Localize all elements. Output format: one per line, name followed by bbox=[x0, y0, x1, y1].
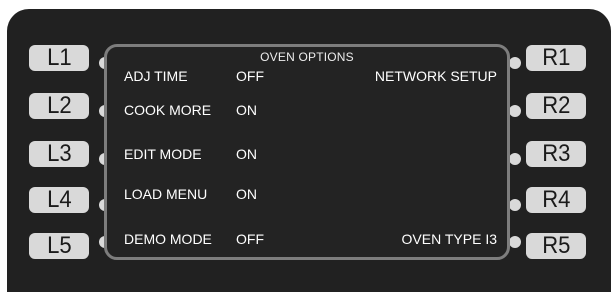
cook-more-label: COOK MORE bbox=[124, 102, 212, 118]
adj-time-value: OFF bbox=[236, 68, 264, 84]
r2-button-connector bbox=[509, 105, 521, 117]
r4-button[interactable]: R4 bbox=[526, 187, 586, 213]
demo-mode-value: OFF bbox=[236, 231, 264, 247]
edit-mode-label: EDIT MODE bbox=[124, 146, 202, 162]
r1-button[interactable]: R1 bbox=[526, 45, 586, 71]
r5-button-connector bbox=[509, 236, 521, 248]
r3-button[interactable]: R3 bbox=[526, 141, 586, 167]
r4-button-connector bbox=[509, 199, 521, 211]
screen-title: OVEN OPTIONS bbox=[260, 50, 354, 64]
r1-button-connector bbox=[509, 57, 521, 69]
load-menu-value: ON bbox=[236, 186, 257, 202]
oven-type-label: OVEN TYPE I3 bbox=[401, 231, 497, 247]
l1-button[interactable]: L1 bbox=[29, 45, 89, 71]
r3-button-connector bbox=[509, 153, 521, 165]
demo-mode-label: DEMO MODE bbox=[124, 231, 212, 247]
r2-button[interactable]: R2 bbox=[526, 93, 586, 119]
network-setup-label: NETWORK SETUP bbox=[374, 68, 497, 84]
l2-button[interactable]: L2 bbox=[29, 93, 89, 119]
l5-button[interactable]: L5 bbox=[29, 233, 89, 259]
adj-time-label: ADJ TIME bbox=[124, 68, 188, 84]
r5-button[interactable]: R5 bbox=[526, 233, 586, 259]
load-menu-label: LOAD MENU bbox=[124, 186, 208, 202]
l4-button[interactable]: L4 bbox=[29, 187, 89, 213]
cook-more-value: ON bbox=[236, 102, 257, 118]
l3-button[interactable]: L3 bbox=[29, 141, 89, 167]
edit-mode-value: ON bbox=[236, 146, 257, 162]
